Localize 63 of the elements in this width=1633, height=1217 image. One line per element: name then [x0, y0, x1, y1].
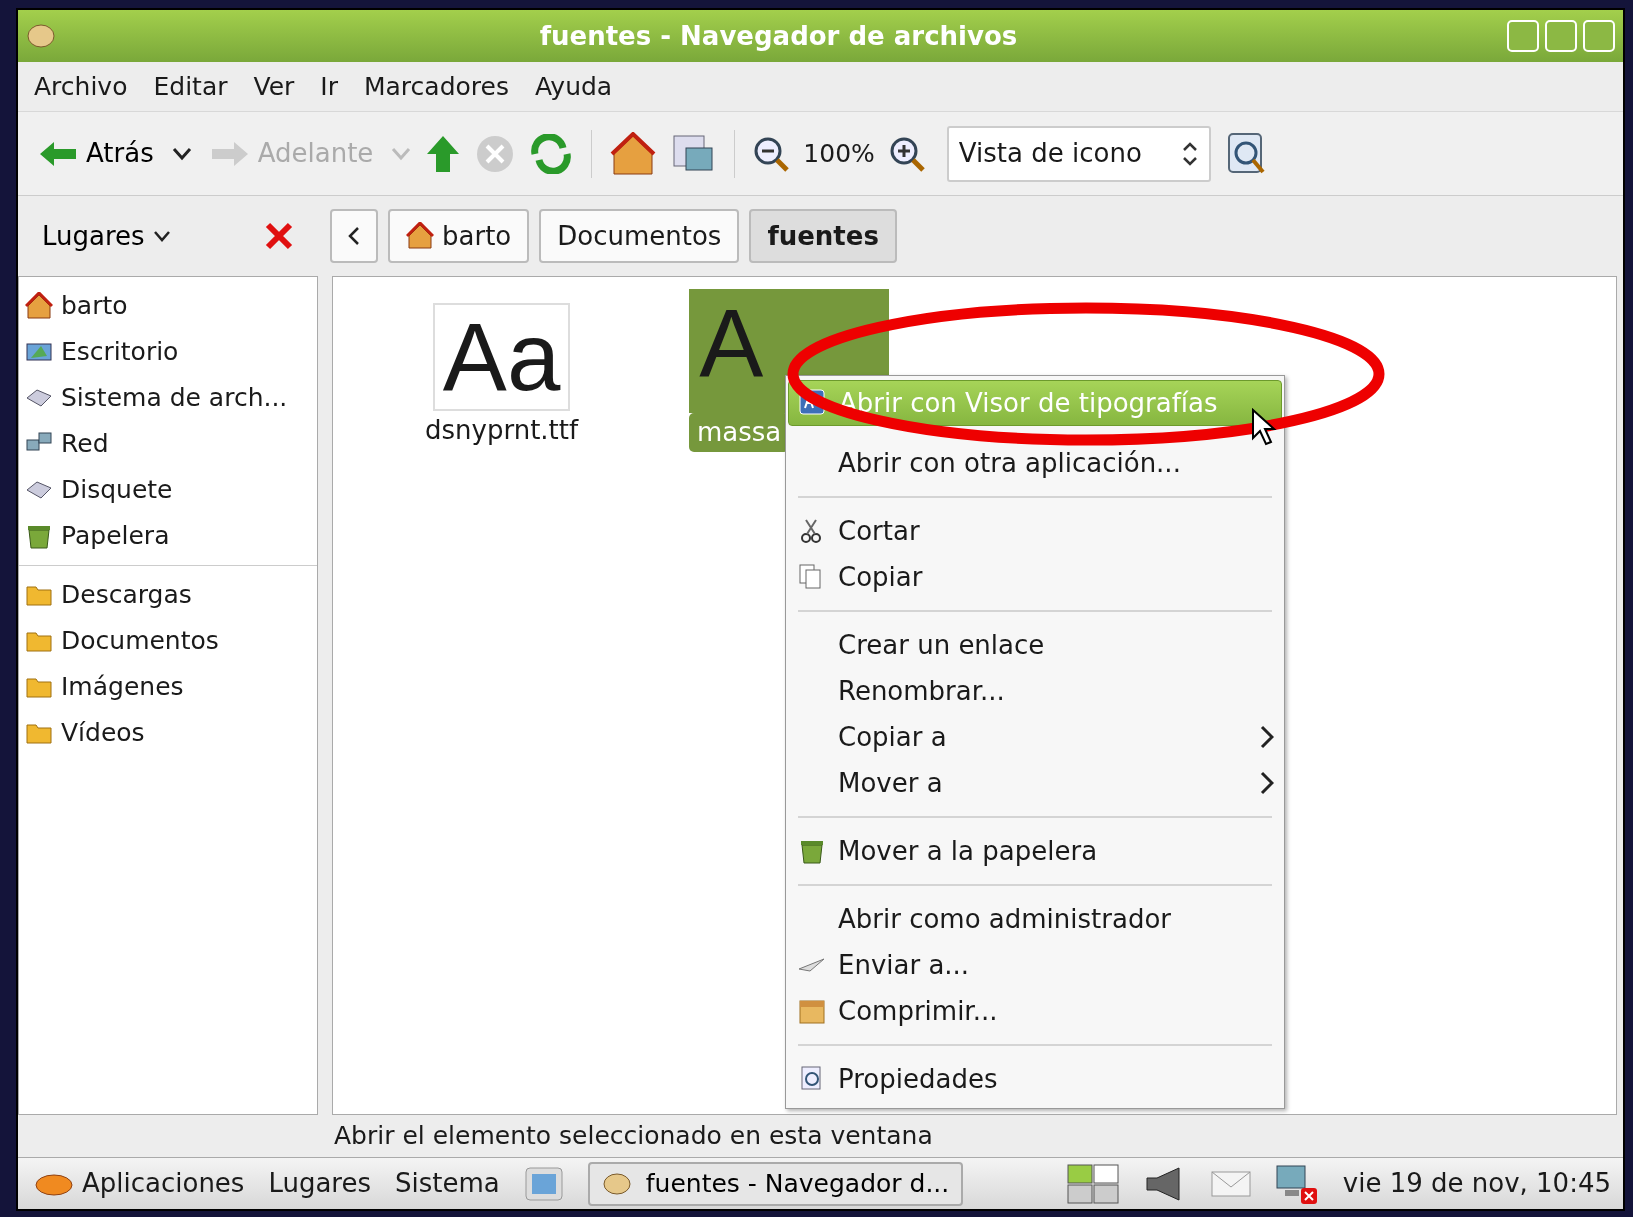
path-button[interactable]: barto — [388, 209, 530, 263]
menu-item[interactable]: Mover a la papelera — [788, 828, 1282, 874]
view-mode-select[interactable]: Vista de icono — [946, 125, 1211, 182]
panel-menu[interactable]: Lugares — [268, 1164, 372, 1203]
envelope-icon — [1210, 1168, 1251, 1199]
menu-item[interactable]: Propiedades — [788, 1056, 1282, 1102]
menu-item[interactable]: Copiar — [788, 554, 1282, 600]
file-name[interactable]: dsnyprnt.ttf — [417, 411, 587, 450]
mouse-pointer-icon — [1251, 408, 1277, 446]
zoom-level: 100% — [803, 137, 875, 170]
path-scroll-left-button[interactable] — [330, 209, 378, 263]
sidebar-item[interactable]: Sistema de arch... — [19, 375, 317, 421]
sidebar-item[interactable]: Disquete — [19, 467, 317, 513]
chevron-left-icon — [348, 226, 360, 246]
house-icon — [610, 131, 657, 176]
chevron-down-icon — [391, 146, 412, 161]
menu-item[interactable]: Enviar a... — [788, 942, 1282, 988]
path-button[interactable]: Documentos — [539, 209, 740, 263]
close-icon — [264, 221, 294, 251]
sidebar-item[interactable]: Papelera — [19, 513, 317, 559]
taskbar-window-button[interactable]: fuentes - Navegador d... — [587, 1161, 964, 1206]
back-button[interactable]: Atrás — [34, 130, 158, 177]
path-button[interactable]: fuentes — [749, 209, 897, 263]
menu-item[interactable]: Abrir como administrador — [788, 896, 1282, 942]
sidebar-item[interactable]: Red — [19, 421, 317, 467]
sidebar-item[interactable]: Escritorio — [19, 329, 317, 375]
zoom-in-icon — [888, 135, 925, 172]
menu-item[interactable]: Cortar — [788, 508, 1282, 554]
panel-menu[interactable]: Aplicaciones — [30, 1164, 245, 1203]
menu-item[interactable]: Ir — [320, 67, 338, 106]
sidebar-item[interactable]: Imágenes — [19, 664, 317, 710]
menu-item[interactable]: Marcadores — [363, 67, 509, 106]
status-text: Abrir el elemento seleccionado en esta ventana — [333, 1120, 934, 1153]
stop-icon — [475, 133, 516, 174]
menu-item[interactable]: Comprimir... — [788, 988, 1282, 1034]
places-dropdown[interactable]: Lugares — [38, 212, 175, 260]
menu-item[interactable]: Crear un enlace — [788, 622, 1282, 668]
sidebar-item[interactable]: Descargas — [19, 572, 317, 618]
workspace-switcher-icon — [1066, 1163, 1119, 1204]
sidebar-item[interactable]: Documentos — [19, 618, 317, 664]
right-arrow-icon — [209, 139, 250, 168]
sidebar-item[interactable]: barto — [19, 283, 317, 329]
package-icon — [798, 997, 826, 1025]
menu-item[interactable]: Renombrar... — [788, 668, 1282, 714]
house-icon — [25, 292, 53, 320]
menu-item[interactable]: Copiar a — [788, 714, 1282, 760]
font-preview-thumbnail: Aa — [432, 303, 571, 411]
left-arrow-icon — [38, 139, 78, 168]
menu-item[interactable]: Ayuda — [534, 67, 613, 106]
menu-item[interactable]: Ver — [253, 67, 295, 106]
house-icon — [406, 222, 434, 250]
window-title: fuentes - Navegador de archivos — [538, 19, 1019, 53]
panel-menu[interactable]: Sistema — [395, 1164, 500, 1203]
menu-item[interactable]: Archivo — [34, 67, 128, 106]
menu-item[interactable]: Mover a — [788, 760, 1282, 806]
chevron-down-icon — [152, 230, 171, 242]
sidebar-item[interactable]: Vídeos — [19, 710, 317, 756]
clock[interactable]: vie 19 de nov, 10:45 — [1342, 1164, 1611, 1203]
chevron-down-icon — [171, 146, 192, 161]
menu-item[interactable]: Editar — [153, 67, 228, 106]
desktop-icon — [523, 1165, 564, 1202]
reload-icon — [529, 133, 574, 174]
zoom-out-icon — [753, 135, 790, 172]
